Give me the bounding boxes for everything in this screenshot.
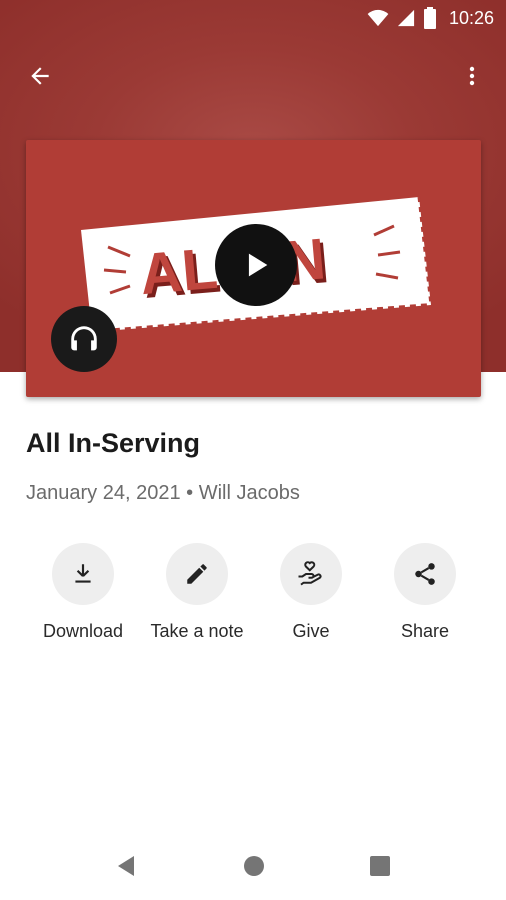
take-note-circle[interactable] xyxy=(166,543,228,605)
give-button[interactable]: Give xyxy=(251,543,371,642)
nav-home-button[interactable] xyxy=(242,854,266,883)
share-label: Share xyxy=(400,621,450,641)
wifi-icon xyxy=(367,9,389,27)
status-bar: 10:26 xyxy=(0,0,506,36)
more-options-button[interactable] xyxy=(452,56,492,96)
share-button[interactable]: Share xyxy=(365,543,485,642)
share-circle[interactable] xyxy=(394,543,456,605)
more-vert-icon xyxy=(469,66,475,86)
share-icon xyxy=(415,563,435,585)
download-button[interactable]: Download xyxy=(23,543,143,642)
give-circle[interactable] xyxy=(280,543,342,605)
sermon-speaker: Will Jacobs xyxy=(198,482,300,504)
action-row: Download Take a note Give Share xyxy=(0,543,506,653)
pencil-icon xyxy=(187,564,207,584)
take-note-label: Take a note xyxy=(150,621,244,641)
audio-badge[interactable] xyxy=(51,306,117,372)
give-hand-heart-icon xyxy=(298,561,322,586)
headphones-icon xyxy=(71,326,97,351)
cell-signal-icon xyxy=(397,9,415,27)
arrow-back-icon xyxy=(31,67,49,85)
toolbar xyxy=(0,46,506,102)
play-button[interactable] xyxy=(215,224,297,306)
nav-recents-button[interactable] xyxy=(368,854,392,883)
battery-icon xyxy=(423,7,436,29)
triangle-back-icon xyxy=(118,856,134,876)
download-circle[interactable] xyxy=(52,543,114,605)
circle-home-icon xyxy=(244,856,264,876)
download-icon xyxy=(75,564,91,583)
nav-back-button[interactable] xyxy=(114,854,138,883)
take-note-button[interactable]: Take a note xyxy=(137,543,257,642)
status-time: 10:26 xyxy=(448,7,494,28)
back-button[interactable] xyxy=(20,56,60,96)
download-label: Download xyxy=(42,621,124,641)
square-recents-icon xyxy=(370,856,390,876)
sermon-meta: January 24, 2021 • Will Jacobs xyxy=(26,482,300,505)
sermon-date: January 24, 2021 xyxy=(26,482,181,504)
system-nav-bar xyxy=(0,840,506,892)
meta-separator: • xyxy=(186,482,194,504)
give-label: Give xyxy=(292,621,330,641)
sermon-title: All In-Serving xyxy=(26,428,201,458)
play-icon xyxy=(248,253,268,277)
